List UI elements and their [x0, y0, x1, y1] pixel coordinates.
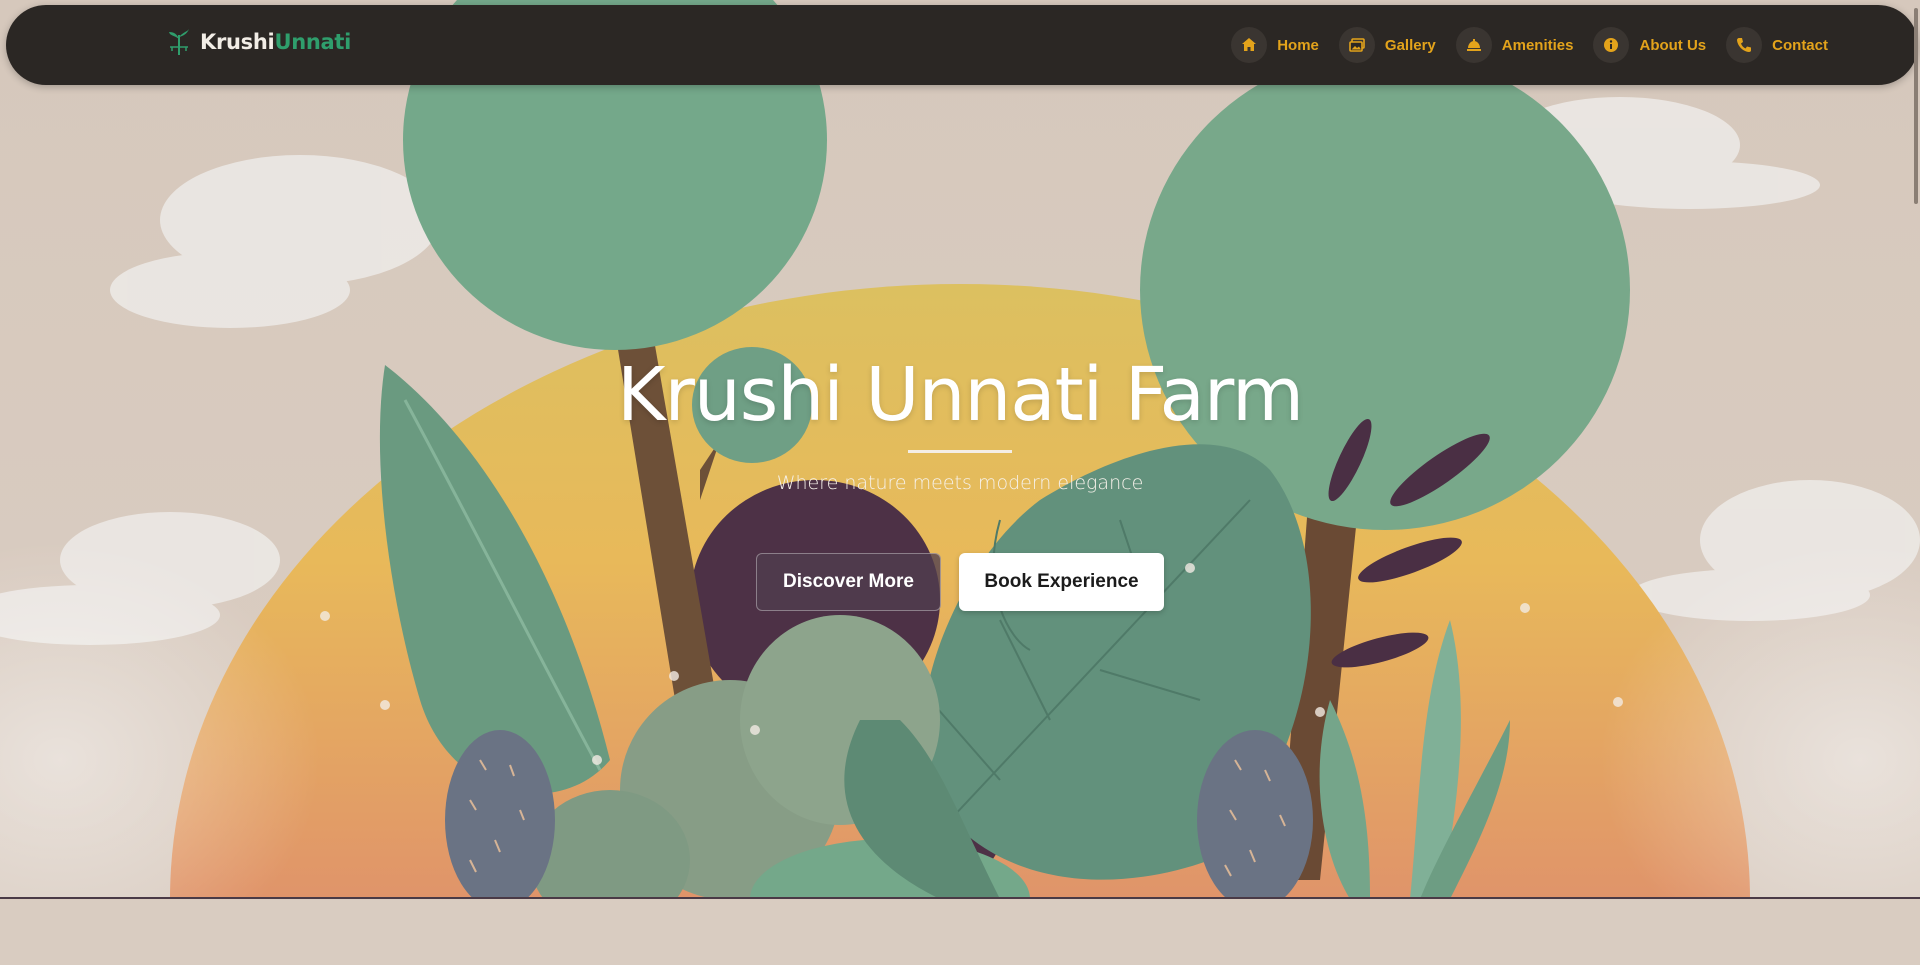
home-icon [1231, 27, 1268, 63]
nav-item-about[interactable]: About Us [1593, 27, 1706, 63]
brand-logo-link[interactable]: KrushiUnnati [166, 27, 351, 57]
hero-bottom-border [0, 897, 1920, 899]
nav-label-gallery: Gallery [1384, 36, 1436, 54]
brand-name-part1: Krushi [200, 30, 275, 54]
main-nav: Home Gallery Amenities About Us Contact [1211, 27, 1828, 63]
nav-label-amenities: Amenities [1501, 36, 1574, 54]
book-experience-button[interactable]: Book Experience [959, 553, 1164, 611]
nav-item-gallery[interactable]: Gallery [1338, 27, 1436, 63]
discover-more-button[interactable]: Discover More [756, 553, 941, 611]
hero-subtitle: Where nature meets modern elegance [776, 472, 1144, 494]
nav-item-contact[interactable]: Contact [1726, 27, 1828, 63]
hero-divider [908, 450, 1012, 453]
plant-icon [169, 29, 189, 55]
page-scrollbar[interactable] [1912, 0, 1920, 965]
scrollbar-thumb[interactable] [1914, 8, 1918, 204]
service-bell-icon [1455, 27, 1492, 63]
hero-section: Krushi Unnati Farm Where nature meets mo… [0, 0, 1920, 899]
hero-title: Krushi Unnati Farm [616, 352, 1304, 438]
gallery-icon [1338, 27, 1375, 63]
nav-item-home[interactable]: Home [1231, 27, 1319, 63]
nav-item-amenities[interactable]: Amenities [1455, 27, 1574, 63]
navbar: KrushiUnnati Home Gallery Amenities Abou… [6, 5, 1918, 85]
next-section [0, 900, 1920, 965]
phone-icon [1726, 27, 1763, 63]
nav-label-home: Home [1277, 36, 1319, 54]
brand-name-part2: Unnati [274, 30, 351, 54]
info-icon [1593, 27, 1630, 63]
brand-name: KrushiUnnati [200, 30, 351, 54]
nav-label-about: About Us [1639, 36, 1707, 54]
nav-label-contact: Contact [1772, 36, 1828, 54]
